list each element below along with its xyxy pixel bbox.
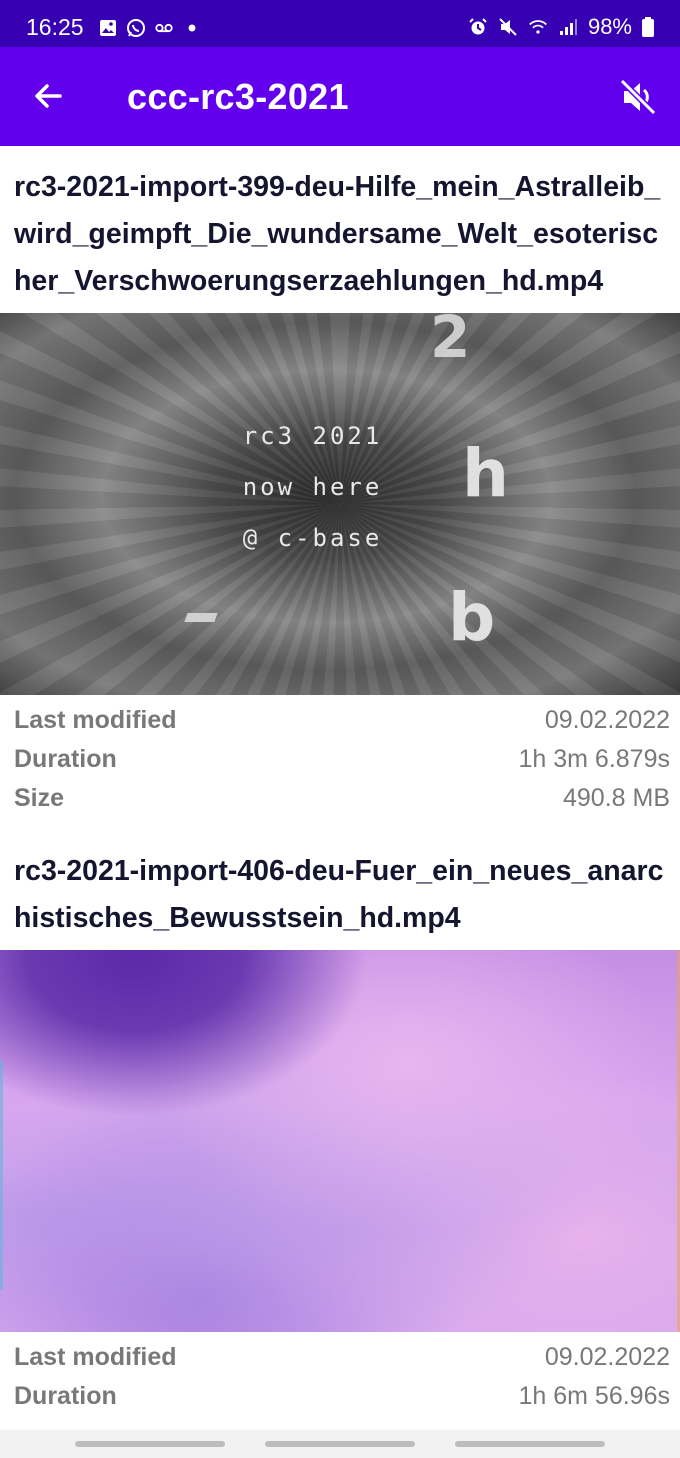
thumbnail-caption: rc3 2021 now here @ c-base	[0, 411, 680, 564]
wifi-icon	[529, 20, 547, 34]
video-thumbnail[interactable]: 2 h b rc3 2021 now here @ c-base	[0, 313, 680, 695]
meta-value: 09.02.2022	[544, 706, 670, 734]
meta-value: 1h 6m 56.96s	[518, 1382, 671, 1410]
battery-percent: 98%	[587, 14, 632, 39]
video-list: rc3-2021-import-399-deu-Hilfe_mein_Astra…	[0, 146, 680, 1416]
thumbnail-glyph: 2	[430, 313, 471, 371]
meta-row-duration: Duration 1h 3m 6.879s	[14, 740, 670, 779]
meta-label: Size	[14, 784, 65, 812]
signal-icon	[559, 19, 577, 35]
meta-label: Duration	[14, 1382, 117, 1410]
meta-label: Last modified	[14, 1343, 177, 1371]
voicemail-icon	[155, 23, 173, 33]
thumbnail-glyph: b	[448, 579, 496, 656]
navigation-bar	[0, 1430, 680, 1458]
meta-value: 490.8 MB	[562, 784, 670, 812]
gallery-icon	[100, 20, 116, 36]
nav-home-handle[interactable]	[265, 1441, 415, 1447]
thumbnail-dash	[184, 613, 218, 622]
video-meta: Last modified 09.02.2022 Duration 1h 6m …	[0, 1332, 680, 1416]
video-title: rc3-2021-import-399-deu-Hilfe_mein_Astra…	[14, 171, 661, 297]
nav-back-handle[interactable]	[455, 1441, 605, 1447]
nav-recents-handle[interactable]	[75, 1441, 225, 1447]
mute-icon	[499, 18, 517, 36]
alarm-icon	[469, 18, 487, 35]
meta-row-duration: Duration 1h 6m 56.96s	[14, 1377, 670, 1416]
video-thumbnail[interactable]	[0, 950, 680, 1332]
volume-off-icon[interactable]	[618, 77, 658, 117]
app-bar: ccc-rc3-2021	[0, 47, 680, 146]
status-bar: 16:25 98%	[0, 0, 680, 47]
meta-value: 09.02.2022	[544, 1343, 670, 1371]
video-item[interactable]: rc3-2021-import-406-deu-Fuer_ein_neues_a…	[0, 848, 680, 1416]
meta-row-last-modified: Last modified 09.02.2022	[14, 1338, 670, 1377]
dot-icon	[188, 24, 196, 32]
thumbnail-line: now here	[242, 473, 383, 501]
thumbnail-edge	[0, 1060, 3, 1290]
thumbnail-line: @ c-base	[242, 524, 383, 552]
meta-label: Last modified	[14, 706, 177, 734]
video-title: rc3-2021-import-406-deu-Fuer_ein_neues_a…	[14, 855, 664, 934]
meta-value: 1h 3m 6.879s	[518, 745, 671, 773]
video-item[interactable]: rc3-2021-import-399-deu-Hilfe_mein_Astra…	[0, 146, 680, 848]
page-title: ccc-rc3-2021	[127, 76, 349, 117]
status-time: 16:25	[26, 14, 84, 40]
arrow-back-icon[interactable]	[32, 80, 64, 112]
thumbnail-line: rc3 2021	[242, 422, 383, 450]
whatsapp-icon	[127, 19, 145, 37]
video-meta: Last modified 09.02.2022 Duration 1h 3m …	[0, 695, 680, 818]
meta-row-size: Size 490.8 MB	[14, 779, 670, 818]
meta-row-last-modified: Last modified 09.02.2022	[14, 701, 670, 740]
meta-label: Duration	[14, 745, 117, 773]
battery-icon	[642, 17, 654, 37]
